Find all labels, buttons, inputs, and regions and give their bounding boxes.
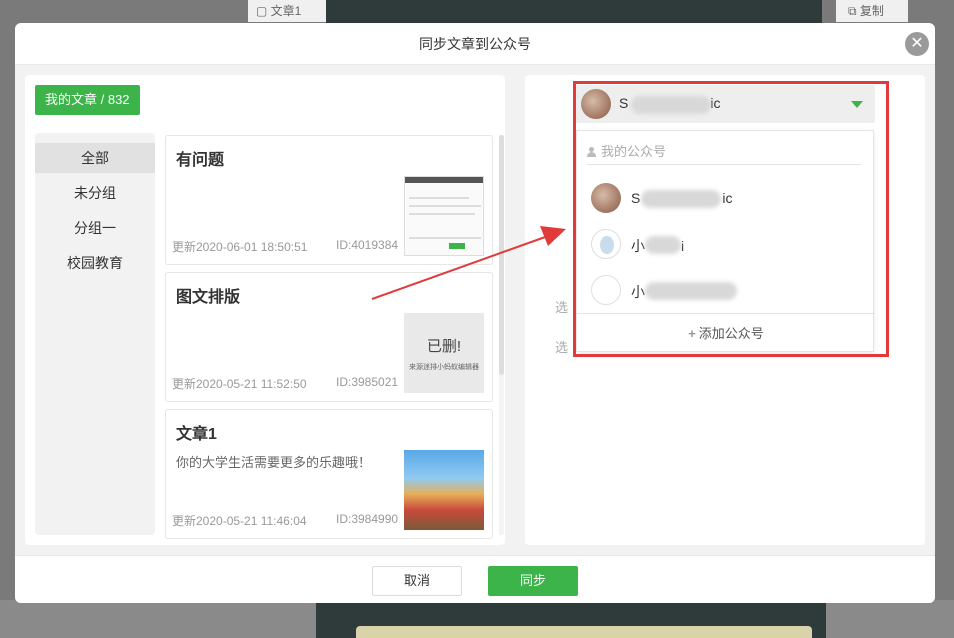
my-articles-button[interactable]: 我的文章 / 832 xyxy=(35,85,140,115)
article-title: 图文排版 xyxy=(176,289,241,306)
article-date: 更新2020-06-01 18:50:51 xyxy=(172,240,308,254)
deleted-source: 来源迷排小蚂蚁编辑器 xyxy=(409,364,479,371)
article-description: 你的大学生活需要更多的乐趣哦！ xyxy=(176,455,372,470)
background-bottom-card xyxy=(356,626,812,638)
group-item-group-one[interactable]: 分组一 xyxy=(35,213,155,243)
background-copy-button: ⧉ 复制 xyxy=(836,0,908,22)
article-id: ID:3985021 xyxy=(336,375,399,389)
article-title: 有问题 xyxy=(176,152,225,169)
group-item-all[interactable]: 全部 xyxy=(35,143,155,173)
article-title: 文章1 xyxy=(176,426,217,443)
background-tab-article: ▢ 文章1 xyxy=(248,0,326,22)
article-card[interactable]: 有问题 更新2020-06-01 18:50:51 ID:4019384 xyxy=(165,135,493,265)
article-id: ID:4019384 xyxy=(336,238,399,252)
modal-footer: 取消 同步 xyxy=(15,555,935,603)
cancel-button[interactable]: 取消 xyxy=(372,566,462,596)
article-id: ID:3984990 xyxy=(336,512,399,526)
article-card[interactable]: 文章1 你的大学生活需要更多的乐趣哦！ 更新2020-05-21 11:46:0… xyxy=(165,409,493,539)
background-copy-label: 复制 xyxy=(859,4,884,18)
ghost-label: 选 xyxy=(555,300,569,315)
article-thumbnail xyxy=(404,450,484,530)
article-card[interactable]: 图文排版 更新2020-05-21 11:52:50 ID:3985021 已删… xyxy=(165,272,493,402)
group-item-campus[interactable]: 校园教育 xyxy=(35,248,155,278)
ghost-label: 选 xyxy=(555,340,569,355)
article-scrollbar[interactable] xyxy=(499,135,504,535)
article-thumbnail xyxy=(404,176,484,256)
group-list: 全部 未分组 分组一 校园教育 xyxy=(35,133,155,535)
articles-panel: 我的文章 / 832 全部 未分组 分组一 校园教育 有问题 更新2020-06… xyxy=(25,75,505,545)
group-item-ungrouped[interactable]: 未分组 xyxy=(35,178,155,208)
modal-title: 同步文章到公众号 xyxy=(15,23,935,65)
article-list: 有问题 更新2020-06-01 18:50:51 ID:4019384 图文排… xyxy=(165,135,495,545)
sync-button[interactable]: 同步 xyxy=(488,566,578,596)
close-icon[interactable]: ✕ xyxy=(905,32,929,56)
article-thumbnail: 已删! 来源迷排小蚂蚁编辑器 xyxy=(404,313,484,393)
article-date: 更新2020-05-21 11:52:50 xyxy=(172,377,307,391)
deleted-label: 已删! xyxy=(426,338,462,355)
background-tab-label: 文章1 xyxy=(270,4,302,18)
article-date: 更新2020-05-21 11:46:04 xyxy=(172,514,307,528)
annotation-highlight-box xyxy=(573,81,889,357)
